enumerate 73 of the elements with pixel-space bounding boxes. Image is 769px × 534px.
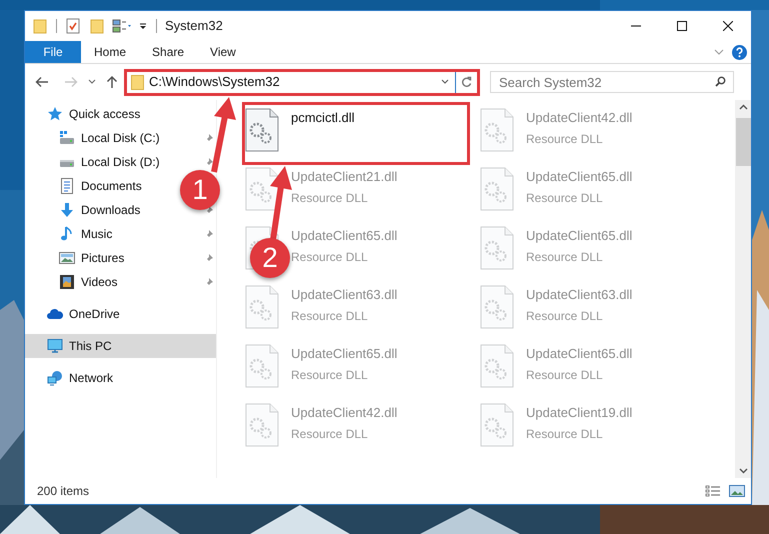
nav-label: Music <box>81 226 112 243</box>
dropdown-icon[interactable] <box>138 21 148 31</box>
file-type: Resource DLL <box>526 248 604 266</box>
file-type: Resource DLL <box>526 190 604 206</box>
file-type: Resource DLL <box>526 366 604 384</box>
nav-label: Pictures <box>81 250 124 267</box>
nav-item[interactable]: Downloads <box>59 198 140 222</box>
scroll-down-icon[interactable] <box>738 468 748 474</box>
nav-item[interactable]: Quick access <box>25 102 216 126</box>
up-arrow-icon[interactable] <box>106 75 118 89</box>
ribbon-tab[interactable]: View <box>197 41 249 63</box>
star-icon <box>47 106 63 122</box>
file-name[interactable]: pcmcictl.dll <box>291 108 355 128</box>
nav-label: Quick access <box>69 106 140 123</box>
close-icon <box>723 21 733 31</box>
cloud-icon <box>47 306 63 322</box>
minimize-icon <box>631 25 641 27</box>
nav-label: This PC <box>69 338 112 355</box>
ribbon-tab[interactable]: Share <box>139 41 198 63</box>
details-view-icon[interactable] <box>705 485 721 497</box>
down-arrow-icon <box>59 202 75 218</box>
properties-icon[interactable] <box>66 18 80 34</box>
refresh-icon[interactable] <box>461 76 472 88</box>
nav-item[interactable]: Documents <box>59 174 142 198</box>
nav-label: Downloads <box>81 202 140 219</box>
file-type: Resource DLL <box>291 308 369 324</box>
file-type: Resource DLL <box>526 130 604 148</box>
network-icon <box>47 370 63 386</box>
film-icon <box>59 274 75 290</box>
caret-icon[interactable] <box>441 79 449 85</box>
nav-label: Local Disk (C:) <box>81 130 160 147</box>
drive-icon <box>59 130 75 146</box>
file-type: Resource DLL <box>291 248 369 266</box>
nav-item[interactable]: Music <box>59 222 112 246</box>
nav-item[interactable]: Local Disk (D:) <box>59 150 160 174</box>
nav-item[interactable]: Network <box>25 366 216 390</box>
address-path: C:\Windows\System32 <box>149 73 280 92</box>
nav-label: Videos <box>81 274 118 291</box>
nav-label: OneDrive <box>69 306 120 323</box>
maximize-icon <box>677 21 687 31</box>
document-icon <box>59 178 75 194</box>
help-icon[interactable] <box>732 44 747 60</box>
address-bar[interactable]: C:\Windows\System32 <box>124 68 480 96</box>
search-field[interactable]: Search System32 <box>490 71 734 93</box>
nav-item[interactable]: This PC <box>25 334 216 358</box>
window-title: System32 <box>165 17 223 36</box>
scrollbar-thumb[interactable] <box>736 118 750 166</box>
nav-item[interactable]: Videos <box>59 270 118 294</box>
file-type: Resource DLL <box>291 426 369 442</box>
picture-icon <box>59 250 75 266</box>
file-type: Resource DLL <box>291 366 369 384</box>
nav-label: Network <box>69 370 114 387</box>
customize-icon[interactable] <box>112 19 134 33</box>
folder-icon <box>131 74 144 90</box>
search-icon <box>715 76 726 87</box>
back-arrow-icon[interactable] <box>35 76 49 88</box>
nav-item[interactable]: OneDrive <box>25 302 216 326</box>
nav-item[interactable]: Local Disk (C:) <box>59 126 160 150</box>
nav-item[interactable]: Pictures <box>59 246 124 270</box>
recent-caret-icon[interactable] <box>88 79 96 85</box>
item-count: 200 items <box>37 483 90 500</box>
file-type: Resource DLL <box>526 426 604 442</box>
large-icons-view-icon[interactable] <box>729 485 745 497</box>
ribbon-tab[interactable]: Home <box>81 41 140 63</box>
expand-ribbon-icon[interactable] <box>714 49 724 55</box>
file-type: Resource DLL <box>526 308 604 324</box>
scroll-up-icon[interactable] <box>738 104 748 110</box>
nav-label: Local Disk (D:) <box>81 154 160 171</box>
monitor-icon <box>47 338 63 354</box>
nav-label: Documents <box>81 178 142 195</box>
file-tab[interactable]: File <box>25 41 81 63</box>
file-type: Resource DLL <box>291 190 369 206</box>
scrollbar[interactable] <box>735 100 751 478</box>
